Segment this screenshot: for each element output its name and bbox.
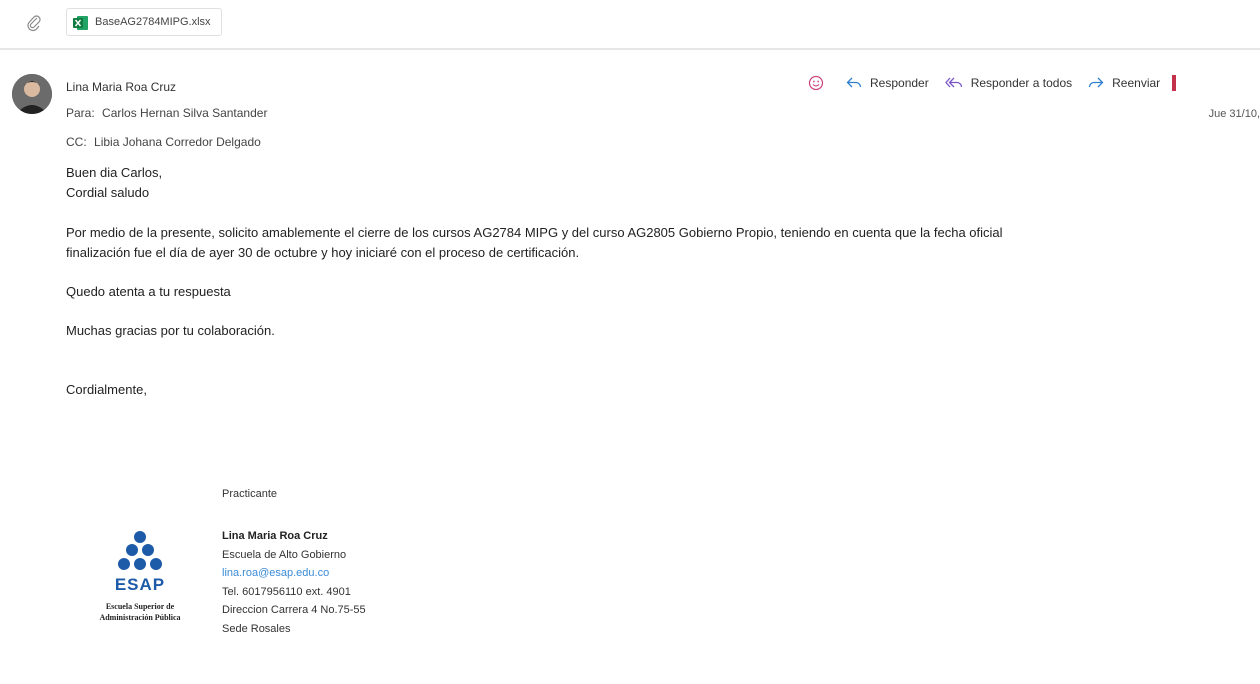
logo-caption: Escuela Superior de Administración Públi…	[80, 601, 200, 623]
message-date: Jue 31/10,	[1208, 108, 1260, 120]
reply-label: Responder	[870, 76, 929, 90]
cc-recipient[interactable]: Libia Johana Corredor Delgado	[94, 135, 261, 149]
to-recipient[interactable]: Carlos Hernan Silva Santander	[102, 106, 267, 120]
signature-email-link[interactable]: lina.roa@esap.edu.co	[222, 564, 366, 583]
signature-role: Practicante	[222, 488, 278, 500]
reply-all-label: Responder a todos	[970, 76, 1073, 90]
reply-all-button[interactable]: Responder a todos	[944, 76, 1073, 90]
to-line: Para: Carlos Hernan Silva Santander	[66, 106, 267, 120]
greeting: Buen dia Carlos,	[66, 165, 163, 180]
message-actions: Responder Responder a todos Reenviar	[808, 75, 1177, 91]
signature-org: Escuela de Alto Gobierno	[222, 548, 347, 561]
body-paragraph-2: Quedo atenta a tu respuesta	[66, 284, 231, 299]
more-actions-icon[interactable]	[1172, 75, 1177, 91]
forward-label: Reenviar	[1112, 76, 1161, 90]
paperclip-icon[interactable]	[26, 14, 42, 32]
signature-site: Sede Rosales	[222, 622, 291, 635]
signature-block: Lina Maria Roa Cruz Escuela de Alto Gobi…	[222, 527, 366, 638]
signature-phone: Tel. 6017956110 ext. 4901	[222, 585, 351, 598]
excel-file-icon	[73, 16, 88, 30]
reply-all-icon	[944, 77, 962, 88]
salutation: Cordial saludo	[66, 185, 150, 200]
sender-avatar[interactable]	[12, 74, 52, 114]
body-paragraph-1-line-1: Por medio de la presente, solicito amabl…	[66, 225, 1003, 240]
reply-button[interactable]: Responder	[846, 76, 929, 90]
forward-button[interactable]: Reenviar	[1088, 76, 1160, 90]
attachment-bar: BaseAG2784MIPG.xlsx	[0, 0, 1260, 50]
signature-address: Direccion Carrera 4 No.75-55	[222, 604, 366, 616]
body-paragraph-3: Muchas gracias por tu colaboración.	[66, 323, 275, 338]
emoji-reaction-icon[interactable]	[808, 75, 824, 91]
logo-caption-line-1: Escuela Superior de	[105, 602, 175, 611]
cc-label: CC:	[66, 135, 87, 149]
signature-name: Lina Maria Roa Cruz	[222, 530, 328, 542]
sender-name[interactable]: Lina Maria Roa Cruz	[66, 80, 176, 94]
forward-icon	[1088, 77, 1104, 88]
avatar-photo-icon	[12, 74, 52, 114]
attachment-file-name: BaseAG2784MIPG.xlsx	[95, 16, 211, 28]
attachment-chip[interactable]: BaseAG2784MIPG.xlsx	[66, 8, 222, 36]
reply-icon	[846, 77, 862, 88]
logo-text: ESAP	[115, 575, 165, 594]
closing: Cordialmente,	[66, 382, 147, 397]
logo-caption-line-2: Administración Pública	[99, 613, 181, 622]
to-label: Para:	[66, 106, 95, 120]
body-paragraph-1-line-2: finalización fue el día de ayer 30 de oc…	[66, 245, 580, 260]
cc-line: CC: Libia Johana Corredor Delgado	[66, 135, 261, 149]
message-body: Buen dia Carlos, Cordial saludo Por medi…	[66, 163, 1260, 400]
